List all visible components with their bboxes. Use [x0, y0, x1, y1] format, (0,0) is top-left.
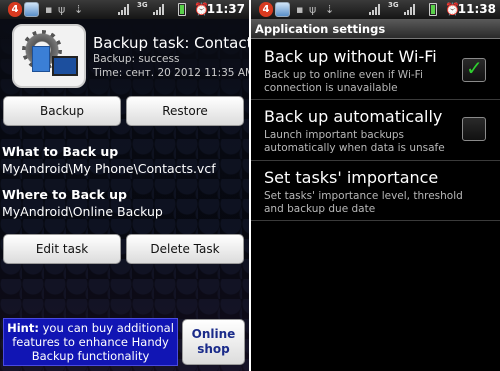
- setting-tasks-importance[interactable]: Set tasks' importance Set tasks' importa…: [251, 161, 500, 220]
- sd-card-icon: ▪: [45, 3, 53, 16]
- status-time: 11:37: [206, 2, 245, 16]
- checkmark-icon: ✓: [466, 56, 483, 80]
- setting-title: Back up automatically: [264, 107, 443, 126]
- setting-summary: Set tasks' importance level, threshold a…: [264, 190, 463, 215]
- usb-icon: ψ: [309, 3, 317, 16]
- title-bar: Application settings: [251, 19, 500, 39]
- status-bar: 4 ▪ ψ ⇣ 3G ⏰ 11:38: [251, 0, 500, 19]
- online-shop-button[interactable]: Online shop: [182, 319, 245, 365]
- delete-task-button[interactable]: Delete Task: [126, 234, 244, 264]
- setting-summary: Launch important backups automatically w…: [264, 129, 445, 154]
- hint-banner[interactable]: Hint: you can buy additional features to…: [3, 318, 178, 366]
- divider: [251, 220, 500, 221]
- task-status: Backup: success: [93, 53, 180, 65]
- restore-button[interactable]: Restore: [126, 96, 244, 126]
- what-to-back-up-label: What to Back up: [2, 144, 119, 159]
- signal-icon-2: [404, 4, 415, 15]
- battery-icon: [429, 3, 437, 16]
- setting-backup-without-wifi[interactable]: Back up without Wi-Fi Back up to online …: [251, 40, 500, 99]
- backup-app-icon: [12, 24, 86, 88]
- app-notification-icon: [24, 2, 39, 17]
- backup-button[interactable]: Backup: [3, 96, 121, 126]
- task-time: Time: сент. 20 2012 11:35 AM: [93, 67, 249, 79]
- setting-title: Set tasks' importance: [264, 168, 439, 187]
- app-notification-icon: [275, 2, 290, 17]
- battery-icon: [178, 3, 186, 16]
- download-icon: ⇣: [74, 3, 84, 16]
- notification-badge: 4: [8, 2, 22, 17]
- document-icon: [32, 46, 50, 72]
- signal-icon-2: [153, 4, 164, 15]
- signal-icon: [369, 4, 380, 15]
- signal-icon: [118, 4, 129, 15]
- notification-badge: 4: [259, 2, 273, 17]
- network-type-label: 3G: [137, 1, 148, 9]
- page-title: Application settings: [255, 22, 386, 36]
- setting-summary: Back up to online even if Wi-Fi connecti…: [264, 69, 423, 94]
- where-to-back-up-label: Where to Back up: [2, 187, 127, 202]
- status-time: 11:38: [457, 2, 496, 16]
- what-to-back-up-value: MyAndroid\My Phone\Contacts.vcf: [2, 161, 216, 176]
- network-type-label: 3G: [388, 1, 399, 9]
- task-title: Backup task: Contacts: [93, 34, 249, 52]
- backup-task-screen: 4 ▪ ψ ⇣ 3G ⏰ 11:37 Backup task: Contacts…: [0, 0, 249, 371]
- backup-without-wifi-checkbox[interactable]: ✓: [462, 56, 486, 82]
- backup-automatically-checkbox[interactable]: [462, 117, 486, 141]
- edit-task-button[interactable]: Edit task: [3, 234, 121, 264]
- application-settings-screen: 4 ▪ ψ ⇣ 3G ⏰ 11:38 Application settings …: [251, 0, 500, 371]
- status-bar: 4 ▪ ψ ⇣ 3G ⏰ 11:37: [0, 0, 249, 19]
- download-icon: ⇣: [325, 3, 335, 16]
- usb-icon: ψ: [58, 3, 66, 16]
- setting-backup-automatically[interactable]: Back up automatically Launch important b…: [251, 100, 500, 160]
- sd-card-icon: ▪: [296, 3, 304, 16]
- setting-title: Back up without Wi-Fi: [264, 47, 437, 66]
- monitor-icon: [52, 56, 78, 76]
- where-to-back-up-value: MyAndroid\Online Backup: [2, 204, 163, 219]
- hint-prefix: Hint:: [7, 321, 39, 335]
